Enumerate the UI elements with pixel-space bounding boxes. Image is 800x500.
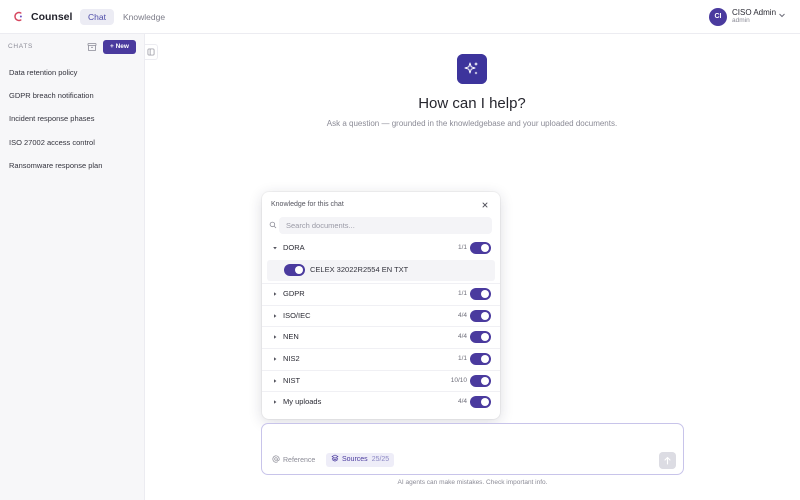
sidebar-chat-item[interactable]: Ransomware response plan (9, 161, 102, 170)
group-name: DORA (283, 243, 305, 252)
sidebar-chat-item[interactable]: GDPR breach notification (9, 91, 94, 100)
close-icon[interactable] (480, 200, 490, 210)
document-search-input[interactable] (279, 217, 492, 234)
at-sign-icon (272, 455, 280, 463)
group-toggle[interactable] (470, 396, 491, 408)
group-name: GDPR (283, 289, 305, 298)
group-name: NIS2 (283, 354, 300, 363)
caret-right-icon[interactable] (272, 399, 278, 405)
tab-chat[interactable]: Chat (80, 9, 114, 25)
chevron-down-icon[interactable] (778, 11, 786, 19)
sources-count: 25/25 (371, 456, 390, 463)
top-bar: Counsel Chat Knowledge CI CISO Admin adm… (0, 0, 800, 34)
sources-button[interactable]: Sources 25/25 (326, 453, 395, 467)
group-count: 4/4 (457, 312, 467, 319)
document-toggle[interactable] (284, 264, 305, 276)
search-icon (269, 221, 277, 229)
group-toggle[interactable] (470, 375, 491, 387)
logo-icon (14, 11, 22, 22)
sparkles-icon (457, 54, 487, 84)
avatar[interactable]: CI (709, 8, 727, 26)
reference-label: Reference (283, 457, 316, 464)
app-name: Counsel (31, 11, 73, 23)
sidebar-chat-item[interactable]: Data retention policy (9, 68, 77, 77)
hero-subtitle: Ask a question — grounded in the knowled… (326, 119, 618, 128)
knowledge-group-gdpr[interactable]: GDPR 1/1 (262, 283, 500, 305)
group-count: 1/1 (457, 244, 467, 251)
group-toggle[interactable] (470, 242, 491, 254)
knowledge-group-nist[interactable]: NIST 10/10 (262, 370, 500, 392)
sources-label: Sources (342, 456, 368, 463)
document-name: CELEX 32022R2554 EN TXT (310, 265, 409, 274)
caret-right-icon[interactable] (272, 378, 278, 384)
reference-button[interactable]: Reference (272, 454, 315, 467)
hero-title: How can I help? (418, 95, 526, 112)
group-count: 4/4 (457, 398, 467, 405)
sidebar-chat-item[interactable]: Incident response phases (9, 114, 94, 123)
caret-down-icon[interactable] (272, 245, 278, 251)
group-count: 1/1 (457, 355, 467, 362)
user-role: admin (732, 17, 750, 24)
archive-icon[interactable] (85, 41, 99, 53)
sidebar-chat-item[interactable]: ISO 27002 access control (9, 138, 95, 147)
caret-right-icon[interactable] (272, 291, 278, 297)
disclaimer: AI agents can make mistakes. Check impor… (397, 479, 548, 486)
group-count: 4/4 (457, 333, 467, 340)
knowledge-group-nen[interactable]: NEN 4/4 (262, 326, 500, 348)
document-row[interactable]: CELEX 32022R2554 EN TXT (267, 260, 495, 281)
group-name: NEN (283, 332, 299, 341)
group-toggle[interactable] (470, 288, 491, 300)
send-button[interactable] (659, 452, 676, 469)
group-toggle[interactable] (470, 310, 491, 322)
popover-title: Knowledge for this chat (271, 201, 344, 208)
knowledge-group-dora[interactable]: DORA 1/1 (262, 238, 500, 260)
group-count: 10/10 (450, 377, 467, 384)
tab-knowledge[interactable]: Knowledge (115, 9, 173, 25)
knowledge-group-nis2[interactable]: NIS2 1/1 (262, 348, 500, 370)
sidebar-collapse-icon[interactable] (145, 44, 158, 60)
caret-right-icon[interactable] (272, 356, 278, 362)
message-input[interactable] (270, 430, 670, 448)
group-toggle[interactable] (470, 331, 491, 343)
knowledge-popover: Knowledge for this chat DORA 1/1 CELEX 3… (262, 192, 500, 419)
caret-right-icon[interactable] (272, 313, 278, 319)
new-chat-button[interactable]: + New (103, 40, 136, 54)
chats-section-label: CHATS (8, 43, 34, 50)
group-toggle[interactable] (470, 353, 491, 365)
group-name: NIST (283, 376, 301, 385)
knowledge-group-iso-iec[interactable]: ISO/IEC 4/4 (262, 305, 500, 327)
group-count: 1/1 (457, 290, 467, 297)
knowledge-group-my-uploads[interactable]: My uploads 4/4 (262, 391, 500, 413)
layers-icon (331, 454, 339, 462)
caret-right-icon[interactable] (272, 334, 278, 340)
group-name: My uploads (283, 397, 322, 406)
message-composer: Reference Sources 25/25 (261, 423, 684, 475)
group-name: ISO/IEC (283, 311, 311, 320)
user-name[interactable]: CISO Admin (732, 8, 776, 17)
sidebar: CHATS + New Data retention policy GDPR b… (0, 34, 145, 500)
